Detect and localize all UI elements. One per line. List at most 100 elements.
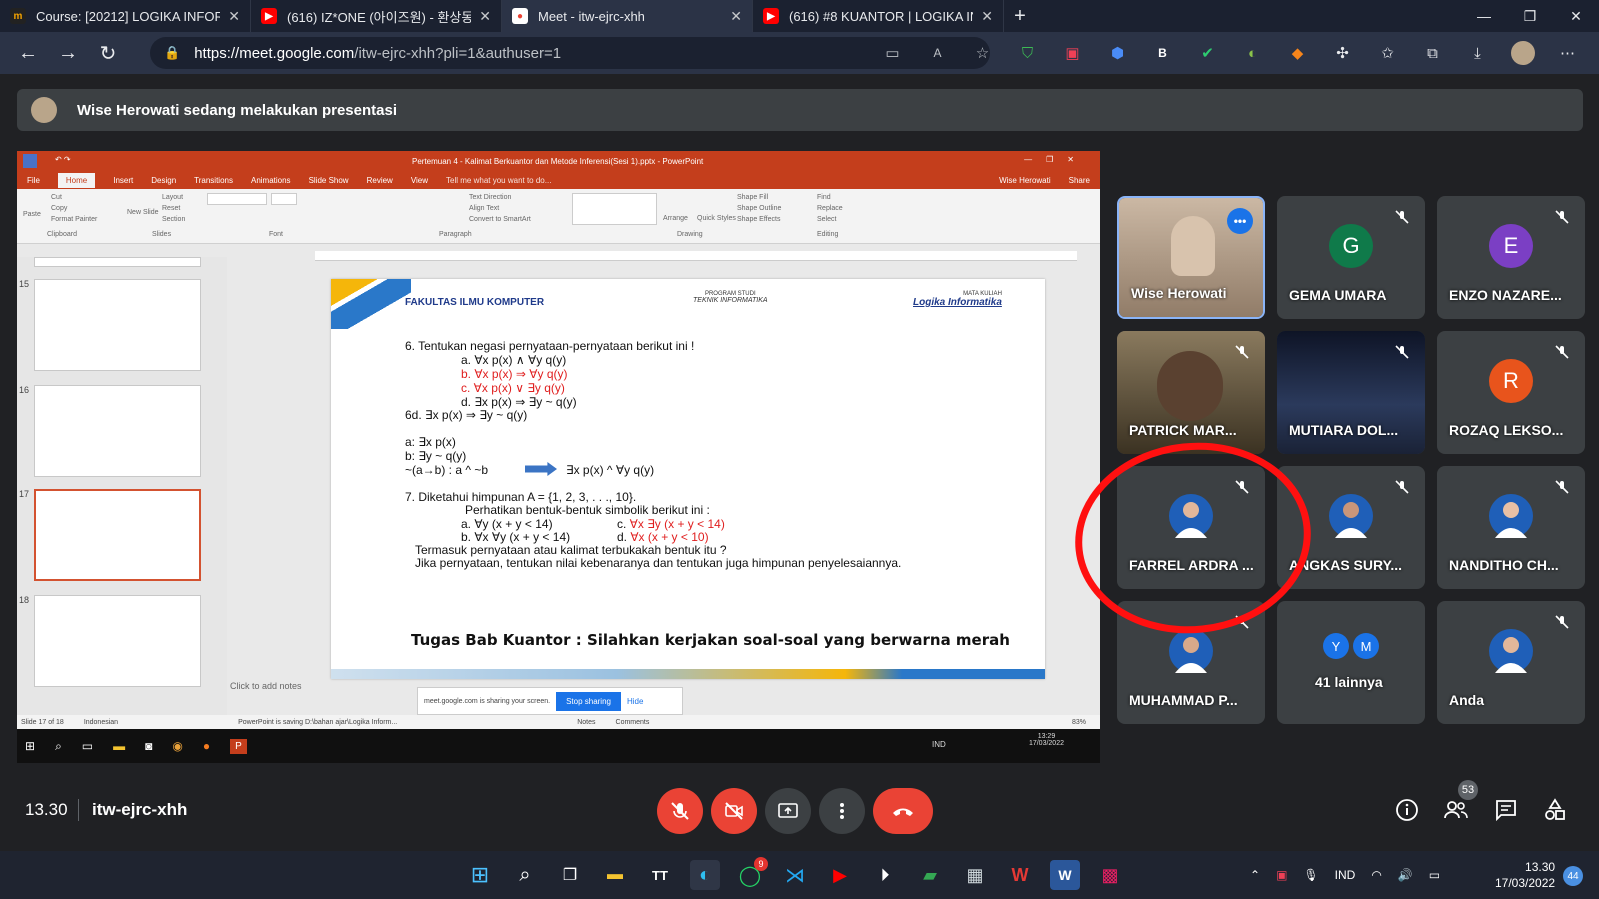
extension-b-icon[interactable]: B <box>1140 32 1185 74</box>
edge-icon[interactable]: ◐ <box>690 860 720 890</box>
camera-icon[interactable]: ▭ <box>870 32 915 74</box>
pp-group-drawing: Drawing <box>677 231 703 238</box>
pp-ruler <box>315 251 1077 261</box>
close-icon[interactable]: ✕ <box>228 8 240 25</box>
pp-select: Select <box>817 216 837 223</box>
microphone-icon[interactable]: 🎙 <box>1303 868 1318 882</box>
pocket-icon[interactable]: ▣ <box>1050 32 1095 74</box>
pocket-tray-icon[interactable]: ▣ <box>1276 868 1287 882</box>
battery-icon[interactable]: ▭ <box>1429 868 1440 882</box>
chat-icon <box>1496 800 1516 822</box>
shield-icon[interactable]: ⛉ <box>1005 32 1050 74</box>
tab-youtube-kuantor[interactable]: ▶ (616) #8 KUANTOR | LOGIKA INF ✕ <box>753 0 1004 32</box>
volume-icon[interactable]: 🔊 <box>1398 868 1413 882</box>
app-pink-icon[interactable]: ▩ <box>1095 860 1125 890</box>
favorite-add-icon[interactable]: ☆ <box>960 32 1005 74</box>
q7c-label: c. <box>617 517 630 531</box>
powerpoint-title: Pertemuan 4 - Kalimat Berkuantor dan Met… <box>412 157 704 166</box>
close-icon[interactable]: ✕ <box>981 8 993 25</box>
search-icon[interactable]: ⌕ <box>510 860 540 890</box>
mic-toggle-button[interactable] <box>657 788 703 834</box>
extension-green-icon[interactable]: ✔ <box>1185 32 1230 74</box>
puzzle-icon[interactable]: ✣ <box>1320 32 1365 74</box>
taskbar-clock[interactable]: 13.30 17/03/2022 <box>1495 859 1555 891</box>
youtube-icon[interactable]: ▶ <box>825 860 855 890</box>
wifi-icon[interactable]: ◠ <box>1371 868 1381 882</box>
meeting-details-button[interactable] <box>1392 795 1422 825</box>
read-aloud-icon[interactable]: A <box>915 32 960 74</box>
tab-course[interactable]: m Course: [20212] LOGIKA INFORM ✕ <box>0 0 251 32</box>
tiktok-icon[interactable]: TT <box>645 860 675 890</box>
activities-button[interactable] <box>1540 795 1570 825</box>
present-screen-button[interactable] <box>765 788 811 834</box>
new-tab-button[interactable]: + <box>1004 0 1036 32</box>
a6d-text: 6d. ∃x p(x) ⇒ ∃y ~ q(y) <box>405 408 528 422</box>
slide-header-stripe <box>331 279 411 329</box>
current-slide: FAKULTAS ILMU KOMPUTER PROGRAM STUDI TEKN… <box>331 279 1045 679</box>
restore-icon[interactable]: ❐ <box>1507 0 1553 32</box>
pp-font-size-box <box>271 193 297 205</box>
metamask-icon[interactable]: ◆ <box>1275 32 1320 74</box>
info-icon <box>1396 799 1418 821</box>
collections-icon[interactable]: ⧉ <box>1410 32 1455 74</box>
task-view-icon[interactable]: ❐ <box>555 860 585 890</box>
tile-gema-umara[interactable]: G GEMA UMARA <box>1277 196 1425 319</box>
notification-badge[interactable]: 44 <box>1563 866 1583 886</box>
pp-shapes-gallery <box>572 193 657 225</box>
inner-time: 13:29 <box>1037 733 1056 740</box>
pp-menu-slideshow: Slide Show <box>308 175 349 185</box>
extension-blue-icon[interactable]: ⬢ <box>1095 32 1140 74</box>
tab-youtube-izone[interactable]: ▶ (616) IZ*ONE (아이즈원) - 환상동 ✕ <box>251 0 502 32</box>
meet-app-icon[interactable]: ▰ <box>915 860 945 890</box>
profile-avatar[interactable] <box>1500 32 1545 74</box>
mic-off-icon <box>1393 208 1411 226</box>
close-window-icon[interactable]: ✕ <box>1553 0 1599 32</box>
pp-paste: Paste <box>23 211 41 218</box>
vscode-icon[interactable]: ⋊ <box>780 860 810 890</box>
tile-nanditho[interactable]: NANDITHO CH... <box>1437 466 1585 589</box>
tab-title: (616) IZ*ONE (아이즈원) - 환상동 <box>287 9 472 25</box>
word-icon[interactable]: W <box>1050 860 1080 890</box>
camera-toggle-button[interactable] <box>711 788 757 834</box>
url-field[interactable]: 🔒 https://meet.google.com/itw-ejrc-xhh?p… <box>150 37 990 69</box>
lock-icon[interactable]: 🔒 <box>164 45 180 61</box>
slide-footer-bar <box>331 669 1045 679</box>
thumb-17 <box>34 489 201 581</box>
mic-off-icon <box>1553 343 1571 361</box>
language-indicator[interactable]: IND <box>1335 868 1356 882</box>
reload-icon[interactable]: ↻ <box>88 37 128 69</box>
download-icon[interactable]: ⤓ <box>1455 32 1500 74</box>
leave-call-button[interactable] <box>873 788 933 834</box>
slide-faculty: FAKULTAS ILMU KOMPUTER <box>405 297 545 308</box>
youtube-icon: ▶ <box>261 8 277 24</box>
powerpoint-titlebar: ↶ ↷ Pertemuan 4 - Kalimat Berkuantor dan… <box>17 151 1100 171</box>
forward-icon[interactable]: → <box>48 37 88 69</box>
file-explorer-icon[interactable]: ▬ <box>600 860 630 890</box>
windows-start-icon[interactable]: ⊞ <box>465 860 495 890</box>
tile-rozaq[interactable]: R ROZAQ LEKSO... <box>1437 331 1585 454</box>
close-icon[interactable]: ✕ <box>479 8 491 25</box>
tab-meet[interactable]: ● Meet - itw-ejrc-xhh ✕ <box>502 0 753 32</box>
tile-patrick[interactable]: PATRICK MAR... <box>1117 331 1265 454</box>
tile-enzo[interactable]: E ENZO NAZARE... <box>1437 196 1585 319</box>
more-options-button[interactable] <box>819 788 865 834</box>
stop-sharing-button: Stop sharing <box>556 691 621 711</box>
back-icon[interactable]: ← <box>8 37 48 69</box>
menu-icon[interactable]: ⋯ <box>1545 32 1590 74</box>
minimize-icon[interactable]: — <box>1461 0 1507 32</box>
close-icon[interactable]: ✕ <box>730 8 742 25</box>
thumb-number: 18 <box>19 595 30 605</box>
wps-office-icon[interactable]: W <box>1005 860 1035 890</box>
tile-wise-herowati[interactable]: ••• Wise Herowati <box>1117 196 1265 319</box>
more-options-icon[interactable]: ••• <box>1227 208 1253 234</box>
favorites-icon[interactable]: ✩ <box>1365 32 1410 74</box>
media-player-icon[interactable]: ⏵ <box>870 860 900 890</box>
chat-button[interactable] <box>1491 795 1521 825</box>
tile-mutiara[interactable]: MUTIARA DOL... <box>1277 331 1425 454</box>
calculator-icon[interactable]: ▦ <box>960 860 990 890</box>
tile-others[interactable]: Y M 41 lainnya <box>1277 601 1425 724</box>
q7-question2: Jika pernyataan, tentukan nilai kebenara… <box>415 556 902 570</box>
tile-anda[interactable]: Anda <box>1437 601 1585 724</box>
chevron-up-icon[interactable]: ⌃ <box>1250 868 1260 882</box>
extension-globe-icon[interactable]: ◐ <box>1230 32 1275 74</box>
